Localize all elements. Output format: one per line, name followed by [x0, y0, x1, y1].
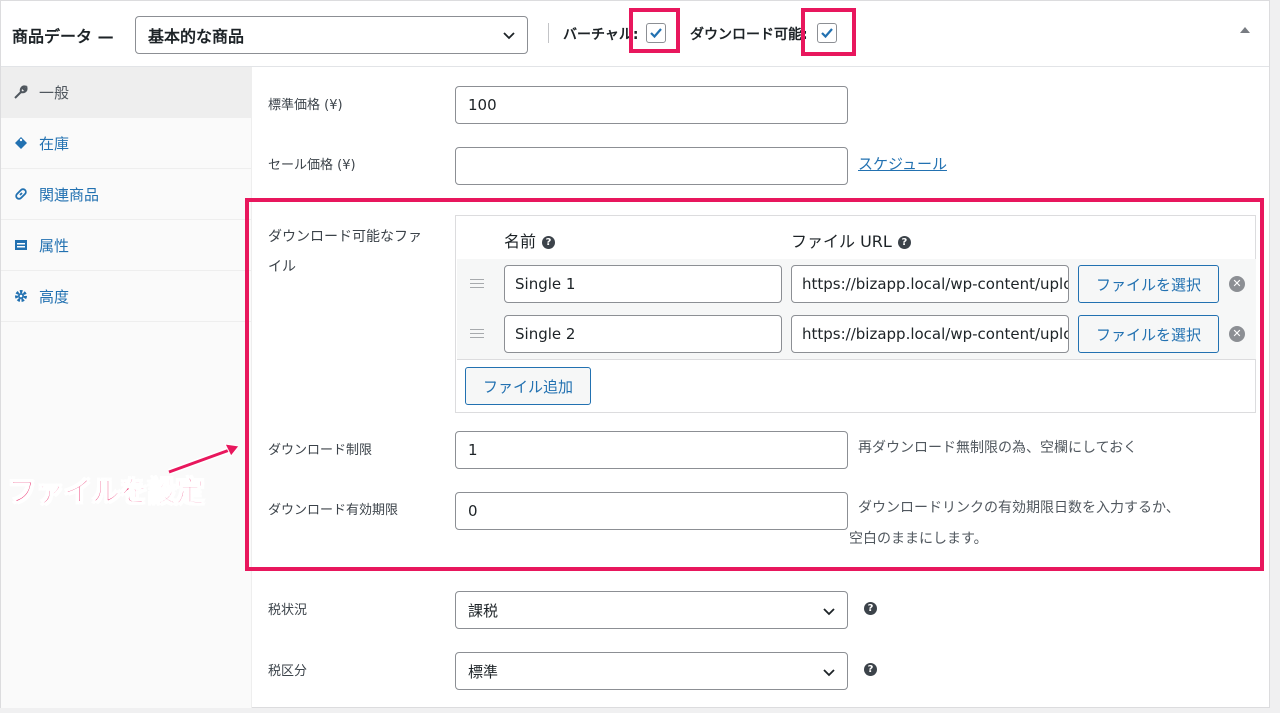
- tax-class-label: 税区分: [268, 664, 308, 679]
- help-icon[interactable]: ?: [864, 663, 877, 676]
- regular-price-input[interactable]: 100: [455, 86, 848, 124]
- tab-advanced-label: 高度: [39, 287, 70, 306]
- help-icon[interactable]: ?: [864, 602, 877, 615]
- product-data-header: 商品データ — 基本的な商品 バーチャル: ダウンロード可能:: [1, 1, 1269, 67]
- downloadable-section-highlight-box: [245, 198, 1264, 571]
- tag-icon: [13, 135, 29, 151]
- tab-attributes[interactable]: 属性: [1, 220, 252, 271]
- tab-inventory[interactable]: 在庫: [1, 118, 252, 169]
- panel-title: 商品データ —: [12, 27, 114, 46]
- wrench-icon: [13, 84, 29, 100]
- sale-price-label: セール価格 (¥): [268, 158, 356, 173]
- tax-status-select[interactable]: 課税: [455, 591, 848, 629]
- virtual-label: バーチャル:: [563, 27, 639, 43]
- annotation-label: ファイルを設定: [7, 475, 205, 509]
- product-type-select[interactable]: 基本的な商品: [135, 16, 528, 54]
- sale-price-input[interactable]: [455, 147, 848, 185]
- list-icon: [13, 237, 29, 253]
- tax-status-value: 課税: [468, 601, 499, 620]
- regular-price-value: 100: [468, 96, 497, 114]
- gear-icon: [13, 288, 29, 304]
- product-data-tabs: 一般 在庫 関連商品 属性 高度: [1, 67, 252, 708]
- tax-class-select[interactable]: 標準: [455, 652, 848, 690]
- chevron-down-icon: [823, 608, 835, 616]
- tab-linked-products-label: 関連商品: [39, 185, 100, 204]
- link-icon: [13, 186, 29, 202]
- tab-advanced[interactable]: 高度: [1, 271, 252, 322]
- tax-status-label: 税状況: [268, 603, 308, 618]
- chevron-down-icon: [503, 32, 515, 40]
- tab-general-label: 一般: [39, 83, 70, 102]
- collapse-up-icon[interactable]: [1240, 27, 1250, 33]
- downloadable-label: ダウンロード可能:: [690, 27, 808, 43]
- header-separator: [548, 23, 549, 43]
- schedule-link[interactable]: スケジュール: [858, 153, 947, 174]
- tab-general[interactable]: 一般: [1, 67, 252, 118]
- downloadable-highlight-box: [801, 8, 856, 56]
- virtual-highlight-box: [629, 8, 680, 53]
- regular-price-label: 標準価格 (¥): [268, 98, 343, 113]
- product-type-value: 基本的な商品: [148, 27, 245, 46]
- tab-linked-products[interactable]: 関連商品: [1, 169, 252, 220]
- tax-class-value: 標準: [468, 662, 499, 681]
- chevron-down-icon: [823, 669, 835, 677]
- tab-inventory-label: 在庫: [39, 134, 70, 153]
- tab-attributes-label: 属性: [39, 236, 70, 255]
